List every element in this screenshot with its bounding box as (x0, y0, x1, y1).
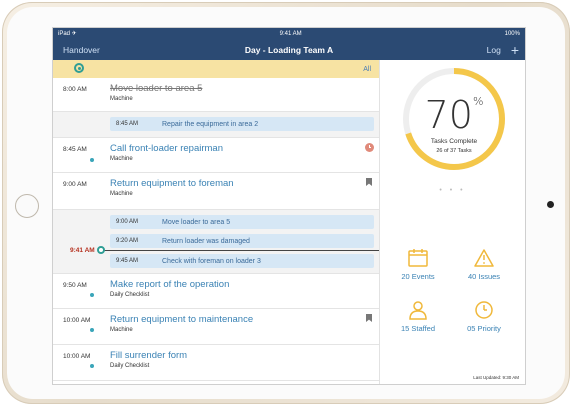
subtask-time: 9:20 AM (116, 238, 139, 244)
add-icon[interactable]: + (511, 43, 519, 57)
current-time-label: 9:41 AM (70, 247, 95, 254)
task-title: Call front-loader repairman (110, 143, 223, 154)
status-dot (90, 328, 94, 332)
warning-icon (474, 249, 494, 267)
task-subtitle: Daily Checklist (110, 363, 150, 369)
camera (547, 201, 554, 208)
filter-all-button[interactable]: All (363, 66, 371, 73)
task-row[interactable]: 9:50 AM Make report of the operation Dai… (53, 274, 379, 309)
subtask-item[interactable]: 9:20 AM Return loader was damaged (110, 234, 374, 248)
task-title: Move loader to area 5 (110, 83, 203, 94)
screen: iPad ✈ 9:41 AM 100% Handover Day - Loadi… (52, 27, 526, 385)
gauge-percent: 70% (400, 93, 508, 137)
filter-bar: All (53, 60, 379, 78)
stat-label: 20 Events (401, 272, 435, 281)
subtask-group: 8:45 AM Repair the equipment in area 2 (53, 112, 379, 138)
status-dot (90, 364, 94, 368)
status-time: 9:41 AM (279, 30, 302, 37)
task-time: 8:00 AM (63, 86, 87, 93)
status-dot (90, 158, 94, 162)
page-indicator[interactable]: • • • (380, 187, 525, 194)
task-title: Make report of the operation (110, 279, 230, 290)
subtask-item[interactable]: 8:45 AM Repair the equipment in area 2 (110, 117, 374, 131)
task-subtitle: Machine (110, 191, 133, 197)
stat-staffed[interactable]: 15 Staffed (388, 300, 448, 333)
stat-label: 05 Priority (467, 324, 501, 333)
stat-issues[interactable]: 40 Issues (454, 248, 514, 281)
task-time: 9:50 AM (63, 282, 87, 289)
alarm-clock-icon[interactable] (365, 143, 374, 152)
task-row[interactable]: 8:00 AM Move loader to area 5 Machine (53, 78, 379, 112)
task-timeline: All 8:00 AM Move loader to area 5 Machin… (53, 60, 380, 384)
task-time: 8:45 AM (63, 146, 87, 153)
task-title: Fill surrender form (110, 350, 188, 361)
person-icon (409, 301, 427, 320)
task-subtitle: Daily Checklist (110, 292, 150, 298)
ipad-frame: iPad ✈ 9:41 AM 100% Handover Day - Loadi… (2, 2, 570, 404)
summary-panel: 70% Tasks Complete 26 of 37 Tasks • • • … (380, 60, 525, 384)
log-button[interactable]: Log (487, 45, 501, 55)
last-updated: Last Updated: 9:30 AM (473, 375, 519, 380)
status-bar: iPad ✈ 9:41 AM 100% (53, 28, 525, 39)
stat-events[interactable]: 20 Events (388, 248, 448, 281)
task-time: 9:00 AM (63, 181, 87, 188)
subtask-item[interactable]: 9:45 AM Check with foreman on loader 3 (110, 254, 374, 268)
task-title: Return equipment to maintenance (110, 314, 254, 325)
subtask-time: 9:45 AM (116, 258, 139, 264)
task-title: Return equipment to foreman (110, 178, 234, 189)
task-time: 10:00 AM (63, 353, 91, 360)
target-icon[interactable] (74, 63, 84, 73)
nav-bar: Handover Day - Loading Team A Log + (53, 39, 525, 60)
calendar-icon (408, 249, 428, 267)
subtask-group: 9:00 AM Move loader to area 5 9:20 AM Re… (53, 210, 379, 274)
handover-button[interactable]: Handover (63, 45, 100, 55)
gauge-detail: 26 of 37 Tasks (436, 148, 472, 154)
task-row[interactable]: 9:00 AM Return equipment to foreman Mach… (53, 173, 379, 210)
subtask-label: Return loader was damaged (162, 237, 250, 245)
stat-priority[interactable]: 05 Priority (454, 300, 514, 333)
gauge-percent-value: 70 (424, 93, 473, 137)
subtask-label: Move loader to area 5 (162, 218, 231, 226)
home-button[interactable] (15, 194, 39, 218)
task-row[interactable]: 10:00 AM Fill surrender form Daily Check… (53, 345, 379, 381)
stat-label: 15 Staffed (400, 324, 436, 333)
task-row[interactable]: 10:00 AM Return equipment to maintenance… (53, 309, 379, 345)
carrier-label: iPad ✈ (58, 31, 77, 37)
page-title: Day - Loading Team A (244, 44, 334, 55)
task-row[interactable]: 8:45 AM Call front-loader repairman Mach… (53, 138, 379, 173)
clock-icon (475, 301, 493, 319)
subtask-time: 9:00 AM (116, 219, 139, 225)
progress-gauge: 70% Tasks Complete 26 of 37 Tasks (400, 65, 508, 173)
subtask-time: 8:45 AM (116, 121, 139, 127)
subtask-label: Repair the equipment in area 2 (162, 120, 259, 128)
gauge-label: Tasks Complete (430, 138, 478, 145)
bookmark-icon[interactable] (366, 178, 372, 186)
subtask-item[interactable]: 9:00 AM Move loader to area 5 (110, 215, 374, 229)
task-subtitle: Machine (110, 327, 133, 333)
task-subtitle: Machine (110, 96, 133, 102)
current-time-line (99, 250, 379, 251)
current-time-marker (97, 246, 105, 254)
task-subtitle: Machine (110, 156, 133, 162)
status-dot (90, 293, 94, 297)
bookmark-icon[interactable] (366, 314, 372, 322)
subtask-label: Check with foreman on loader 3 (162, 257, 261, 265)
battery-label: 100% (504, 30, 520, 37)
task-time: 10:00 AM (63, 317, 91, 324)
gauge-percent-sign: % (472, 95, 484, 108)
stat-label: 40 Issues (467, 272, 501, 281)
